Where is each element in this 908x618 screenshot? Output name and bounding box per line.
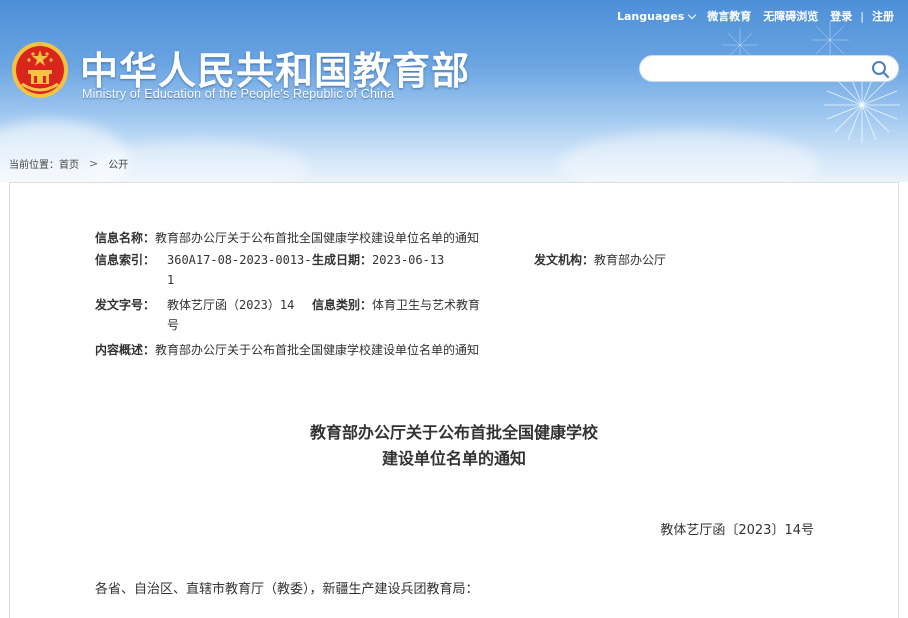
languages-menu[interactable]: Languages — [617, 9, 697, 23]
meta-category-row: 信息类别：体育卫生与艺术教育 — [312, 295, 480, 315]
search-icon[interactable] — [870, 59, 892, 79]
document-title: 教育部办公厅关于公布首批全国健康学校 建设单位名单的通知 — [0, 420, 908, 472]
meta-name-row: 信息名称：教育部办公厅关于公布首批全国健康学校建设单位名单的通知 — [95, 228, 479, 248]
languages-label: Languages — [617, 9, 685, 23]
breadcrumb-home-link[interactable]: 首页 — [59, 156, 79, 171]
site-header: Languages 微言教育 无障碍浏览 登录 | 注册 中华人民共和国教育部 … — [0, 0, 908, 182]
breadcrumb: 当前位置： 首页 > 公开 — [9, 156, 128, 171]
meta-docno-value: 教体艺厅函（2023）14 号 — [167, 298, 295, 332]
meta-date-row: 生成日期：2023-06-13 — [312, 250, 444, 270]
search-input[interactable] — [652, 60, 862, 78]
meta-date-value: 2023-06-13 — [372, 253, 445, 267]
meta-issuer-row: 发文机构：教育部办公厅 — [534, 250, 666, 270]
breadcrumb-public-link[interactable]: 公开 — [108, 156, 128, 171]
meta-name-label: 信息名称： — [95, 231, 156, 245]
meta-summary-label: 内容概述： — [95, 343, 156, 357]
breadcrumb-prefix: 当前位置： — [9, 160, 59, 171]
meta-category-label: 信息类别： — [312, 298, 373, 312]
top-utility-bar: Languages 微言教育 无障碍浏览 登录 | 注册 — [611, 8, 900, 24]
national-emblem-logo[interactable] — [10, 40, 70, 100]
meta-index-label: 信息索引： — [95, 253, 156, 267]
login-link[interactable]: 登录 — [830, 8, 852, 24]
search-box — [639, 55, 899, 82]
document-number: 教体艺厅函〔2023〕14号 — [660, 523, 814, 538]
meta-index-value: 360A17-08-2023-0013- 1 — [167, 253, 312, 287]
site-title-english: Ministry of Education of the People's Re… — [82, 87, 395, 101]
weibo-link[interactable]: 微言教育 — [707, 8, 751, 24]
meta-name-value: 教育部办公厅关于公布首批全国健康学校建设单位名单的通知 — [155, 231, 480, 245]
meta-summary-value: 教育部办公厅关于公布首批全国健康学校建设单位名单的通知 — [155, 343, 480, 357]
meta-docno-label: 发文字号： — [95, 298, 156, 312]
register-link[interactable]: 注册 — [872, 8, 894, 24]
dandelion-decoration — [722, 21, 900, 143]
meta-category-value: 体育卫生与艺术教育 — [372, 298, 481, 312]
document-title-line1: 教育部办公厅关于公布首批全国健康学校 — [309, 423, 598, 442]
meta-summary-row: 内容概述：教育部办公厅关于公布首批全国健康学校建设单位名单的通知 — [95, 340, 479, 360]
document-title-line2: 建设单位名单的通知 — [381, 449, 526, 468]
chevron-down-icon — [688, 10, 697, 19]
separator: | — [860, 9, 864, 23]
accessibility-link[interactable]: 无障碍浏览 — [763, 8, 818, 24]
document-salutation: 各省、自治区、直辖市教育厅（教委），新疆生产建设兵团教育局： — [95, 582, 479, 597]
meta-issuer-label: 发文机构： — [534, 253, 595, 267]
meta-date-label: 生成日期： — [312, 253, 373, 267]
meta-issuer-value: 教育部办公厅 — [594, 253, 667, 267]
breadcrumb-arrow: > — [89, 157, 99, 170]
